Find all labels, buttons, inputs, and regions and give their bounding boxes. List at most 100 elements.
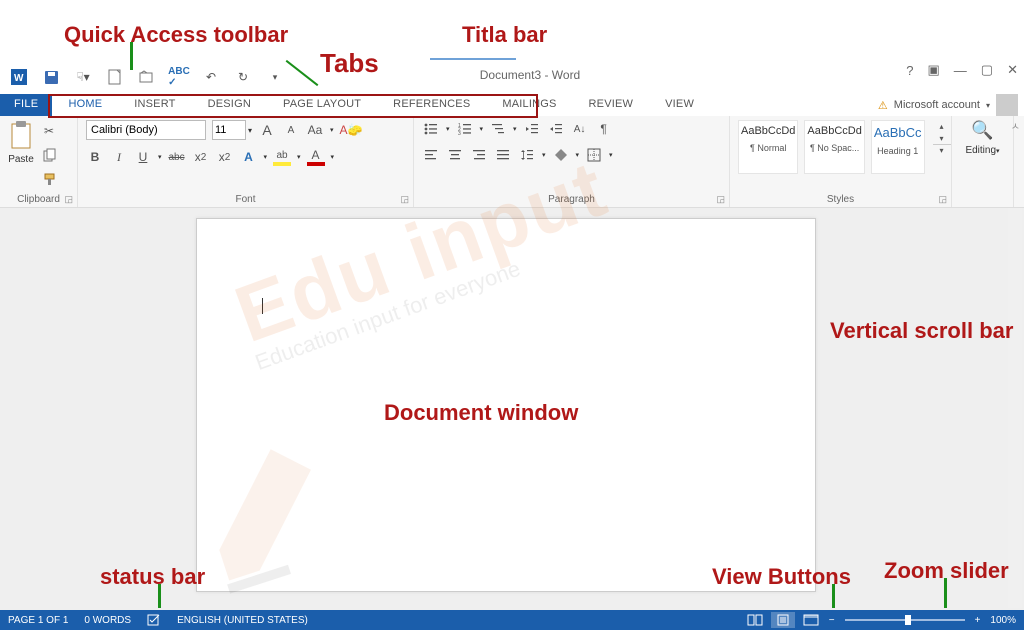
decrease-indent-icon[interactable] [523, 120, 541, 138]
format-painter-icon[interactable] [40, 170, 58, 188]
paste-label: Paste [8, 154, 34, 165]
anno-docwin: Document window [384, 400, 578, 426]
web-layout-icon[interactable] [799, 612, 823, 628]
tab-file[interactable]: FILE [0, 94, 52, 116]
shrink-font-icon[interactable]: A [282, 121, 300, 139]
change-case-icon[interactable]: Aa [306, 121, 324, 139]
svg-text:3: 3 [458, 131, 461, 135]
minimize-icon[interactable]: — [954, 63, 967, 78]
font-launcher-icon[interactable]: ◲ [400, 194, 409, 205]
font-size-input[interactable] [212, 120, 246, 140]
spellcheck-icon[interactable]: ABC✓ [168, 66, 190, 88]
styles-up-icon[interactable]: ▴ [933, 120, 951, 132]
editing-label-btn[interactable]: Editing▾ [965, 145, 999, 156]
maximize-icon[interactable]: ▢ [981, 62, 993, 78]
anno-zoom: Zoom slider [884, 558, 1009, 584]
justify-icon[interactable] [494, 146, 512, 164]
tab-page-layout[interactable]: PAGE LAYOUT [267, 94, 377, 116]
grow-font-icon[interactable]: A [258, 121, 276, 139]
touch-mode-icon[interactable]: ☟▾ [72, 66, 94, 88]
sort-icon[interactable]: A↓ [571, 120, 589, 138]
increase-indent-icon[interactable] [547, 120, 565, 138]
status-language[interactable]: ENGLISH (UNITED STATES) [177, 615, 308, 626]
ribbon: Paste ✂ Clipboard ◲ ▾ A A Aa ▾ A🧽 B I [0, 116, 1024, 208]
anno-title-line [430, 58, 516, 60]
tab-mailings[interactable]: MAILINGS [486, 94, 572, 116]
zoom-out-button[interactable]: − [829, 615, 835, 626]
paragraph-launcher-icon[interactable]: ◲ [716, 194, 725, 205]
bullets-icon[interactable] [422, 120, 440, 138]
group-clipboard: Paste ✂ Clipboard ◲ [0, 116, 78, 207]
find-icon[interactable]: 🔍 [971, 120, 993, 141]
styles-label: Styles [738, 192, 943, 205]
font-color-icon[interactable]: A [307, 148, 325, 166]
tab-references[interactable]: REFERENCES [377, 94, 486, 116]
anno-qat: Quick Access toolbar [64, 22, 288, 48]
anno-titlebar: Titla bar [462, 22, 547, 48]
ribbon-display-icon[interactable]: ▣ [928, 62, 940, 78]
save-icon[interactable] [40, 66, 62, 88]
tab-design[interactable]: DESIGN [192, 94, 267, 116]
superscript-button[interactable]: x2 [216, 148, 234, 166]
clear-format-icon[interactable]: A🧽 [340, 121, 363, 139]
cut-icon[interactable]: ✂ [40, 122, 58, 140]
styles-more-icon[interactable]: ▾ [933, 144, 951, 156]
numbering-icon[interactable]: 123 [456, 120, 474, 138]
style-no-spacing[interactable]: AaBbCcDd ¶ No Spac... [804, 120, 864, 174]
window-controls: ? ▣ — ▢ ✕ [906, 62, 1018, 78]
copy-icon[interactable] [40, 146, 58, 164]
qat-customize-icon[interactable]: ▾ [264, 66, 286, 88]
read-mode-icon[interactable] [743, 612, 767, 628]
tab-home[interactable]: HOME [52, 94, 118, 116]
font-name-input[interactable] [86, 120, 206, 140]
zoom-level[interactable]: 100% [990, 615, 1016, 626]
align-right-icon[interactable] [470, 146, 488, 164]
status-words[interactable]: 0 WORDS [84, 615, 131, 626]
clipboard-launcher-icon[interactable]: ◲ [64, 194, 73, 205]
styles-down-icon[interactable]: ▾ [933, 132, 951, 144]
strike-button[interactable]: abc [168, 148, 186, 166]
group-font: ▾ A A Aa▾ A🧽 B I U▾ abc x2 x2 A▾ ab▾ A▾ … [78, 116, 414, 207]
italic-button[interactable]: I [110, 148, 128, 166]
clipboard-label: Clipboard [8, 192, 69, 205]
tab-insert[interactable]: INSERT [118, 94, 191, 116]
ribbon-tabs: FILE HOME INSERT DESIGN PAGE LAYOUT REFE… [0, 94, 1024, 116]
align-left-icon[interactable] [422, 146, 440, 164]
multilevel-icon[interactable] [489, 120, 507, 138]
vertical-scrollbar[interactable] [1008, 208, 1022, 608]
paste-icon[interactable] [8, 120, 34, 150]
close-icon[interactable]: ✕ [1007, 62, 1018, 78]
tab-view[interactable]: VIEW [649, 94, 710, 116]
highlight-icon[interactable]: ab [273, 148, 291, 166]
word-icon[interactable]: W [8, 66, 30, 88]
print-layout-icon[interactable] [771, 612, 795, 628]
anno-vscroll: Vertical scroll bar [830, 318, 1013, 344]
status-page[interactable]: PAGE 1 OF 1 [8, 615, 68, 626]
new-file-icon[interactable] [104, 66, 126, 88]
shading-icon[interactable] [552, 146, 570, 164]
style-heading1[interactable]: AaBbCc Heading 1 [871, 120, 925, 174]
collapse-ribbon-icon[interactable]: ㅅ [1011, 118, 1020, 133]
status-bar: PAGE 1 OF 1 0 WORDS ENGLISH (UNITED STAT… [0, 610, 1024, 630]
line-spacing-icon[interactable] [518, 146, 536, 164]
zoom-slider[interactable] [845, 619, 965, 621]
undo-icon[interactable]: ↶ [200, 66, 222, 88]
open-icon[interactable] [136, 66, 158, 88]
help-icon[interactable]: ? [906, 63, 913, 78]
borders-icon[interactable] [585, 146, 603, 164]
redo-icon[interactable]: ↻ [232, 66, 254, 88]
text-effects-icon[interactable]: A [240, 148, 258, 166]
proofing-icon[interactable] [147, 614, 161, 626]
styles-launcher-icon[interactable]: ◲ [938, 194, 947, 205]
zoom-in-button[interactable]: + [975, 615, 981, 626]
style-normal[interactable]: AaBbCcDd ¶ Normal [738, 120, 798, 174]
bold-button[interactable]: B [86, 148, 104, 166]
subscript-button[interactable]: x2 [192, 148, 210, 166]
tab-review[interactable]: REVIEW [573, 94, 650, 116]
show-marks-icon[interactable]: ¶ [595, 120, 613, 138]
align-center-icon[interactable] [446, 146, 464, 164]
anno-statusbar: status bar [100, 564, 205, 590]
paragraph-label: Paragraph [422, 192, 721, 205]
underline-button[interactable]: U [134, 148, 152, 166]
group-paragraph: ▾ 123▾ ▾ A↓ ¶ ▾ ▾ ▾ Paragraph ◲ [414, 116, 730, 207]
